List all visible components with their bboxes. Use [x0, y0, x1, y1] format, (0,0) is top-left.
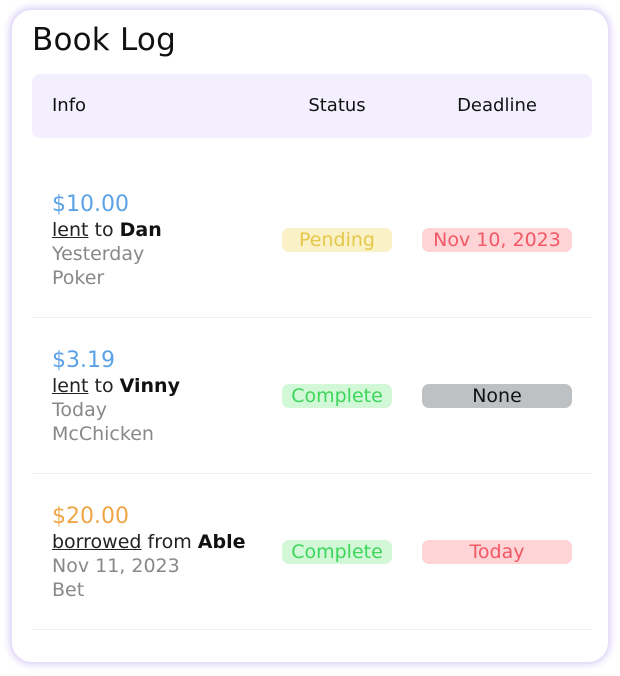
entry-note: Poker — [52, 267, 105, 289]
book-log-card: Book Log Info Status Deadline $10.00 len… — [10, 8, 610, 664]
deadline-badge: None — [422, 384, 572, 408]
table-row[interactable]: $10.00 lent to Dan Yesterday Poker Pendi… — [32, 162, 592, 318]
entry-preposition: from — [147, 531, 192, 553]
entry-date: Nov 11, 2023 — [52, 555, 180, 577]
column-header-deadline: Deadline — [457, 95, 537, 116]
table-header: Info Status Deadline — [32, 74, 592, 138]
entry-party: Dan — [119, 219, 162, 241]
entry-verb: borrowed — [52, 531, 142, 553]
entry-info: $10.00 lent to Dan Yesterday Poker — [52, 192, 162, 290]
page-title: Book Log — [32, 22, 176, 58]
entry-amount: $10.00 — [52, 192, 129, 217]
entry-party-line: lent to Vinny — [52, 374, 180, 398]
entry-date: Yesterday — [52, 243, 145, 265]
entry-note: McChicken — [52, 423, 154, 445]
entry-info: $3.19 lent to Vinny Today McChicken — [52, 348, 180, 446]
entry-note: Bet — [52, 579, 85, 601]
status-badge: Complete — [282, 540, 392, 564]
column-header-status: Status — [308, 95, 366, 116]
deadline-badge: Today — [422, 540, 572, 564]
entry-preposition: to — [94, 375, 114, 397]
deadline-badge: Nov 10, 2023 — [422, 228, 572, 252]
entry-amount: $20.00 — [52, 504, 129, 529]
status-badge: Pending — [282, 228, 392, 252]
entry-party-line: borrowed from Able — [52, 530, 246, 554]
entry-amount: $3.19 — [52, 348, 115, 373]
entry-party-line: lent to Dan — [52, 218, 162, 242]
column-header-info: Info — [52, 95, 87, 116]
status-badge: Complete — [282, 384, 392, 408]
table-row[interactable]: $20.00 borrowed from Able Nov 11, 2023 B… — [32, 474, 592, 630]
entry-preposition: to — [94, 219, 114, 241]
table-row[interactable]: $3.19 lent to Vinny Today McChicken Comp… — [32, 318, 592, 474]
entry-party: Able — [197, 531, 246, 553]
entry-info: $20.00 borrowed from Able Nov 11, 2023 B… — [52, 504, 246, 602]
entry-party: Vinny — [119, 375, 180, 397]
entry-verb: lent — [52, 375, 89, 397]
entry-verb: lent — [52, 219, 89, 241]
entry-date: Today — [52, 399, 107, 421]
